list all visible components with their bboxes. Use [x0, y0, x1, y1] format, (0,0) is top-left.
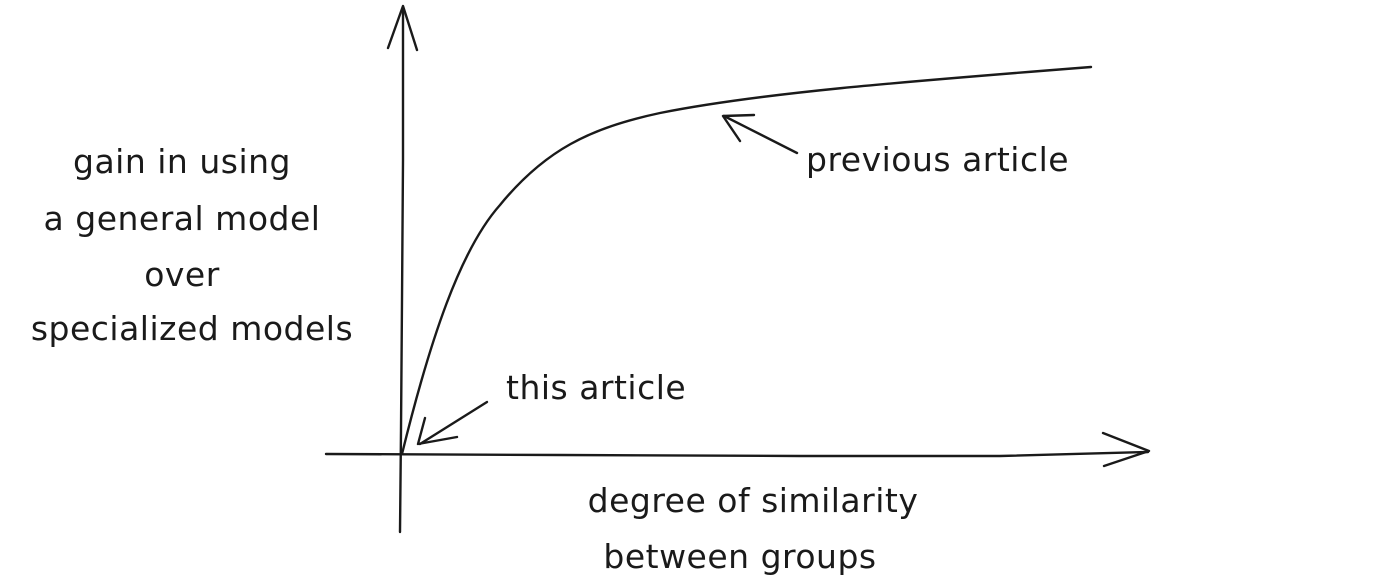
previous-article-label: previous article — [806, 140, 1069, 179]
sketch-diagram: gain in using a general model over speci… — [31, 4, 1151, 576]
y-axis-label-line: specialized models — [31, 309, 353, 348]
y-axis-label-line: a general model — [44, 199, 321, 238]
y-axis-label-line: gain in using — [73, 142, 291, 181]
x-axis-label-line: between groups — [603, 537, 876, 576]
x-axis-label: degree of similarity between groups — [588, 481, 919, 576]
y-axis-label: gain in using a general model over speci… — [31, 142, 353, 348]
x-axis-line — [324, 450, 1150, 458]
this-article-label: this article — [506, 368, 686, 407]
x-axis-arrowhead — [1101, 431, 1151, 468]
this-article-arrowhead — [416, 416, 459, 446]
y-axis-label-line: over — [144, 255, 220, 294]
x-axis-label-line: degree of similarity — [588, 481, 919, 520]
